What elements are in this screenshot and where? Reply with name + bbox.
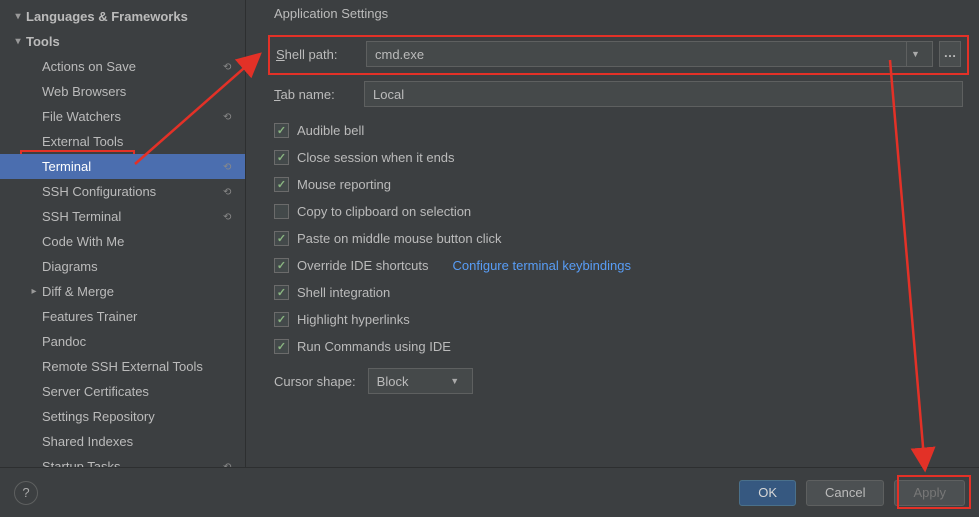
sidebar-item-label: Features Trainer [42, 309, 235, 324]
checkbox-icon [274, 285, 289, 300]
sidebar-item-file-watchers[interactable]: File Watchers ⟲ [0, 104, 245, 129]
sidebar-item-remote-ssh-external-tools[interactable]: Remote SSH External Tools [0, 354, 245, 379]
help-button[interactable]: ? [14, 481, 38, 505]
sidebar-item-label: Web Browsers [42, 84, 235, 99]
sidebar-item-label: Diff & Merge [42, 284, 235, 299]
checkbox-close-session[interactable]: Close session when it ends [274, 144, 963, 171]
sidebar-item-server-certificates[interactable]: Server Certificates [0, 379, 245, 404]
sidebar-group-tools[interactable]: ▾ Tools [0, 29, 245, 54]
chevron-right-icon: ▸ [26, 286, 42, 297]
sidebar-item-features-trainer[interactable]: Features Trainer [0, 304, 245, 329]
sidebar-item-diagrams[interactable]: Diagrams [0, 254, 245, 279]
reset-icon: ⟲ [223, 112, 235, 122]
checkbox-label: Audible bell [297, 123, 364, 138]
checkbox-label: Close session when it ends [297, 150, 455, 165]
sidebar-item-shared-indexes[interactable]: Shared Indexes [0, 429, 245, 454]
checkbox-icon [274, 204, 289, 219]
sidebar-item-label: SSH Terminal [42, 209, 223, 224]
sidebar-item-label: File Watchers [42, 109, 223, 124]
tab-name-value: Local [373, 87, 404, 102]
checkbox-icon [274, 339, 289, 354]
tab-name-field[interactable]: Local [364, 81, 963, 107]
checkbox-icon [274, 150, 289, 165]
dialog-footer: ? OK Cancel Apply [0, 467, 979, 517]
sidebar-group-label: Languages & Frameworks [26, 9, 235, 24]
chevron-down-icon: ▾ [10, 11, 26, 22]
sidebar-group-label: Tools [26, 34, 235, 49]
sidebar-item-ssh-configurations[interactable]: SSH Configurations ⟲ [0, 179, 245, 204]
reset-icon: ⟲ [223, 162, 235, 172]
checkbox-icon [274, 231, 289, 246]
configure-keybindings-link[interactable]: Configure terminal keybindings [453, 258, 631, 273]
sidebar-group-languages-frameworks[interactable]: ▾ Languages & Frameworks [0, 4, 245, 29]
sidebar-item-label: Remote SSH External Tools [42, 359, 235, 374]
checkbox-label: Highlight hyperlinks [297, 312, 410, 327]
sidebar-item-label: Server Certificates [42, 384, 235, 399]
checkbox-label: Run Commands using IDE [297, 339, 451, 354]
reset-icon: ⟲ [223, 212, 235, 222]
cursor-shape-combo[interactable]: Block ▼ [368, 368, 473, 394]
browse-button[interactable]: … [939, 41, 961, 67]
sidebar-item-settings-repository[interactable]: Settings Repository [0, 404, 245, 429]
sidebar-item-label: Settings Repository [42, 409, 235, 424]
sidebar-item-label: Code With Me [42, 234, 235, 249]
sidebar-item-diff-merge[interactable]: ▸ Diff & Merge [0, 279, 245, 304]
chevron-down-icon: ▾ [10, 36, 26, 47]
sidebar-item-actions-on-save[interactable]: Actions on Save ⟲ [0, 54, 245, 79]
sidebar-item-label: Pandoc [42, 334, 235, 349]
checkbox-icon [274, 123, 289, 138]
checkbox-override-ide[interactable]: Override IDE shortcuts Configure termina… [274, 252, 963, 279]
sidebar-item-pandoc[interactable]: Pandoc [0, 329, 245, 354]
checkbox-run-commands-ide[interactable]: Run Commands using IDE [274, 333, 963, 360]
help-icon: ? [22, 485, 29, 500]
sidebar-item-external-tools[interactable]: External Tools [0, 129, 245, 154]
reset-icon: ⟲ [223, 62, 235, 72]
sidebar-item-web-browsers[interactable]: Web Browsers [0, 79, 245, 104]
checkbox-paste-middle[interactable]: Paste on middle mouse button click [274, 225, 963, 252]
checkbox-shell-integration[interactable]: Shell integration [274, 279, 963, 306]
checkbox-highlight-hyperlinks[interactable]: Highlight hyperlinks [274, 306, 963, 333]
shell-path-value: cmd.exe [375, 47, 900, 62]
sidebar-item-label: Startup Tasks [42, 459, 223, 467]
checkbox-icon [274, 258, 289, 273]
cursor-shape-label: Cursor shape: [274, 374, 356, 389]
checkbox-label: Override IDE shortcuts [297, 258, 429, 273]
sidebar-item-label: SSH Configurations [42, 184, 223, 199]
checkbox-audible-bell[interactable]: Audible bell [274, 117, 963, 144]
settings-content: Application Settings Shell path: cmd.exe… [246, 0, 979, 467]
sidebar-item-startup-tasks[interactable]: Startup Tasks ⟲ [0, 454, 245, 467]
chevron-down-icon: ▼ [906, 42, 924, 66]
shell-path-label: Shell path: [276, 47, 366, 62]
checkbox-icon [274, 177, 289, 192]
checkbox-icon [274, 312, 289, 327]
section-title: Application Settings [274, 6, 963, 21]
checkbox-mouse-reporting[interactable]: Mouse reporting [274, 171, 963, 198]
ok-button[interactable]: OK [739, 480, 796, 506]
sidebar-item-label: Terminal [42, 159, 223, 174]
reset-icon: ⟲ [223, 187, 235, 197]
tab-name-label: Tab name: [274, 87, 364, 102]
sidebar-item-label: External Tools [42, 134, 235, 149]
apply-button[interactable]: Apply [894, 480, 965, 506]
sidebar-item-code-with-me[interactable]: Code With Me [0, 229, 245, 254]
checkbox-label: Copy to clipboard on selection [297, 204, 471, 219]
checkbox-label: Shell integration [297, 285, 390, 300]
sidebar-item-label: Shared Indexes [42, 434, 235, 449]
checkbox-label: Mouse reporting [297, 177, 391, 192]
sidebar-item-label: Actions on Save [42, 59, 223, 74]
annotation-box-shell-path: Shell path: cmd.exe ▼ … [268, 35, 969, 75]
sidebar-item-ssh-terminal[interactable]: SSH Terminal ⟲ [0, 204, 245, 229]
settings-sidebar[interactable]: ▾ Languages & Frameworks ▾ Tools Actions… [0, 0, 246, 467]
checkbox-copy-clipboard[interactable]: Copy to clipboard on selection [274, 198, 963, 225]
chevron-down-icon: ▼ [446, 369, 464, 393]
sidebar-item-terminal[interactable]: Terminal ⟲ [0, 154, 245, 179]
cursor-shape-value: Block [377, 374, 440, 389]
shell-path-combo[interactable]: cmd.exe ▼ [366, 41, 933, 67]
cancel-button[interactable]: Cancel [806, 480, 884, 506]
sidebar-item-label: Diagrams [42, 259, 235, 274]
checkbox-label: Paste on middle mouse button click [297, 231, 502, 246]
